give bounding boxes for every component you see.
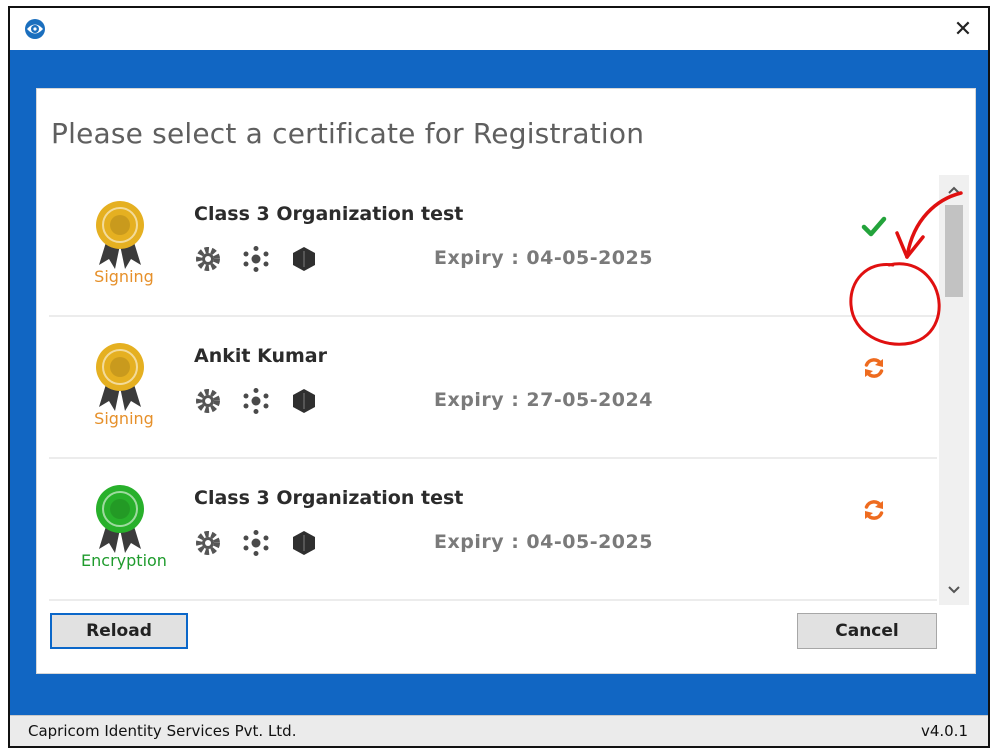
settings-gear-icon	[194, 387, 222, 415]
certificate-feature-icons	[194, 387, 318, 415]
dialog-background: Please select a certificate for Registra…	[10, 50, 988, 718]
certificate-badge-icon	[93, 199, 147, 271]
certificate-feature-icons	[194, 529, 318, 557]
close-icon: ✕	[953, 16, 973, 42]
molecule-icon	[242, 245, 270, 273]
settings-gear-icon	[194, 529, 222, 557]
shield-hexagon-icon	[290, 245, 318, 273]
certificate-type-label: Encryption	[81, 551, 167, 570]
shield-hexagon-icon	[290, 529, 318, 557]
certificate-name: Class 3 Organization test	[194, 487, 464, 509]
certificate-list: Signing Class 3 Organization test Expiry…	[49, 175, 937, 605]
certificate-name: Ankit Kumar	[194, 345, 327, 367]
app-window: ✕ Please select a certificate for Regist…	[8, 6, 990, 748]
certificate-dialog: Please select a certificate for Registra…	[36, 88, 976, 674]
certificate-expiry: Expiry : 27-05-2024	[434, 389, 653, 411]
certificate-badge-icon	[93, 483, 147, 555]
certificate-type-label: Signing	[94, 267, 154, 286]
window-close-button[interactable]: ✕	[946, 12, 980, 46]
status-bar: Capricom Identity Services Pvt. Ltd. v4.…	[10, 715, 988, 746]
title-bar: ✕	[10, 8, 988, 50]
refresh-icon	[861, 497, 887, 527]
settings-gear-icon	[194, 245, 222, 273]
certificate-row[interactable]: Signing Ankit Kumar Expiry : 27-05-2024	[49, 317, 937, 459]
certificate-badge-icon	[93, 341, 147, 413]
reload-button[interactable]: Reload	[50, 613, 188, 649]
scroll-down-button[interactable]	[939, 575, 969, 605]
certificate-expiry: Expiry : 04-05-2025	[434, 531, 653, 553]
certificate-name: Class 3 Organization test	[194, 203, 464, 225]
certificate-type-label: Signing	[94, 409, 154, 428]
app-version: v4.0.1	[920, 722, 968, 740]
company-name: Capricom Identity Services Pvt. Ltd.	[28, 722, 297, 740]
molecule-icon	[242, 529, 270, 557]
certificate-refresh-button[interactable]	[857, 495, 891, 529]
dialog-title: Please select a certificate for Registra…	[51, 117, 645, 150]
certificate-row[interactable]: Encryption Class 3 Organization test Exp…	[49, 459, 937, 601]
annotation-circle-arrow	[849, 191, 963, 346]
certificate-feature-icons	[194, 245, 318, 273]
molecule-icon	[242, 387, 270, 415]
cancel-button[interactable]: Cancel	[797, 613, 937, 649]
chevron-down-icon	[948, 586, 960, 594]
certificate-row[interactable]: Signing Class 3 Organization test Expiry…	[49, 175, 937, 317]
certificate-expiry: Expiry : 04-05-2025	[434, 247, 653, 269]
shield-hexagon-icon	[290, 387, 318, 415]
app-logo-icon	[22, 16, 48, 42]
